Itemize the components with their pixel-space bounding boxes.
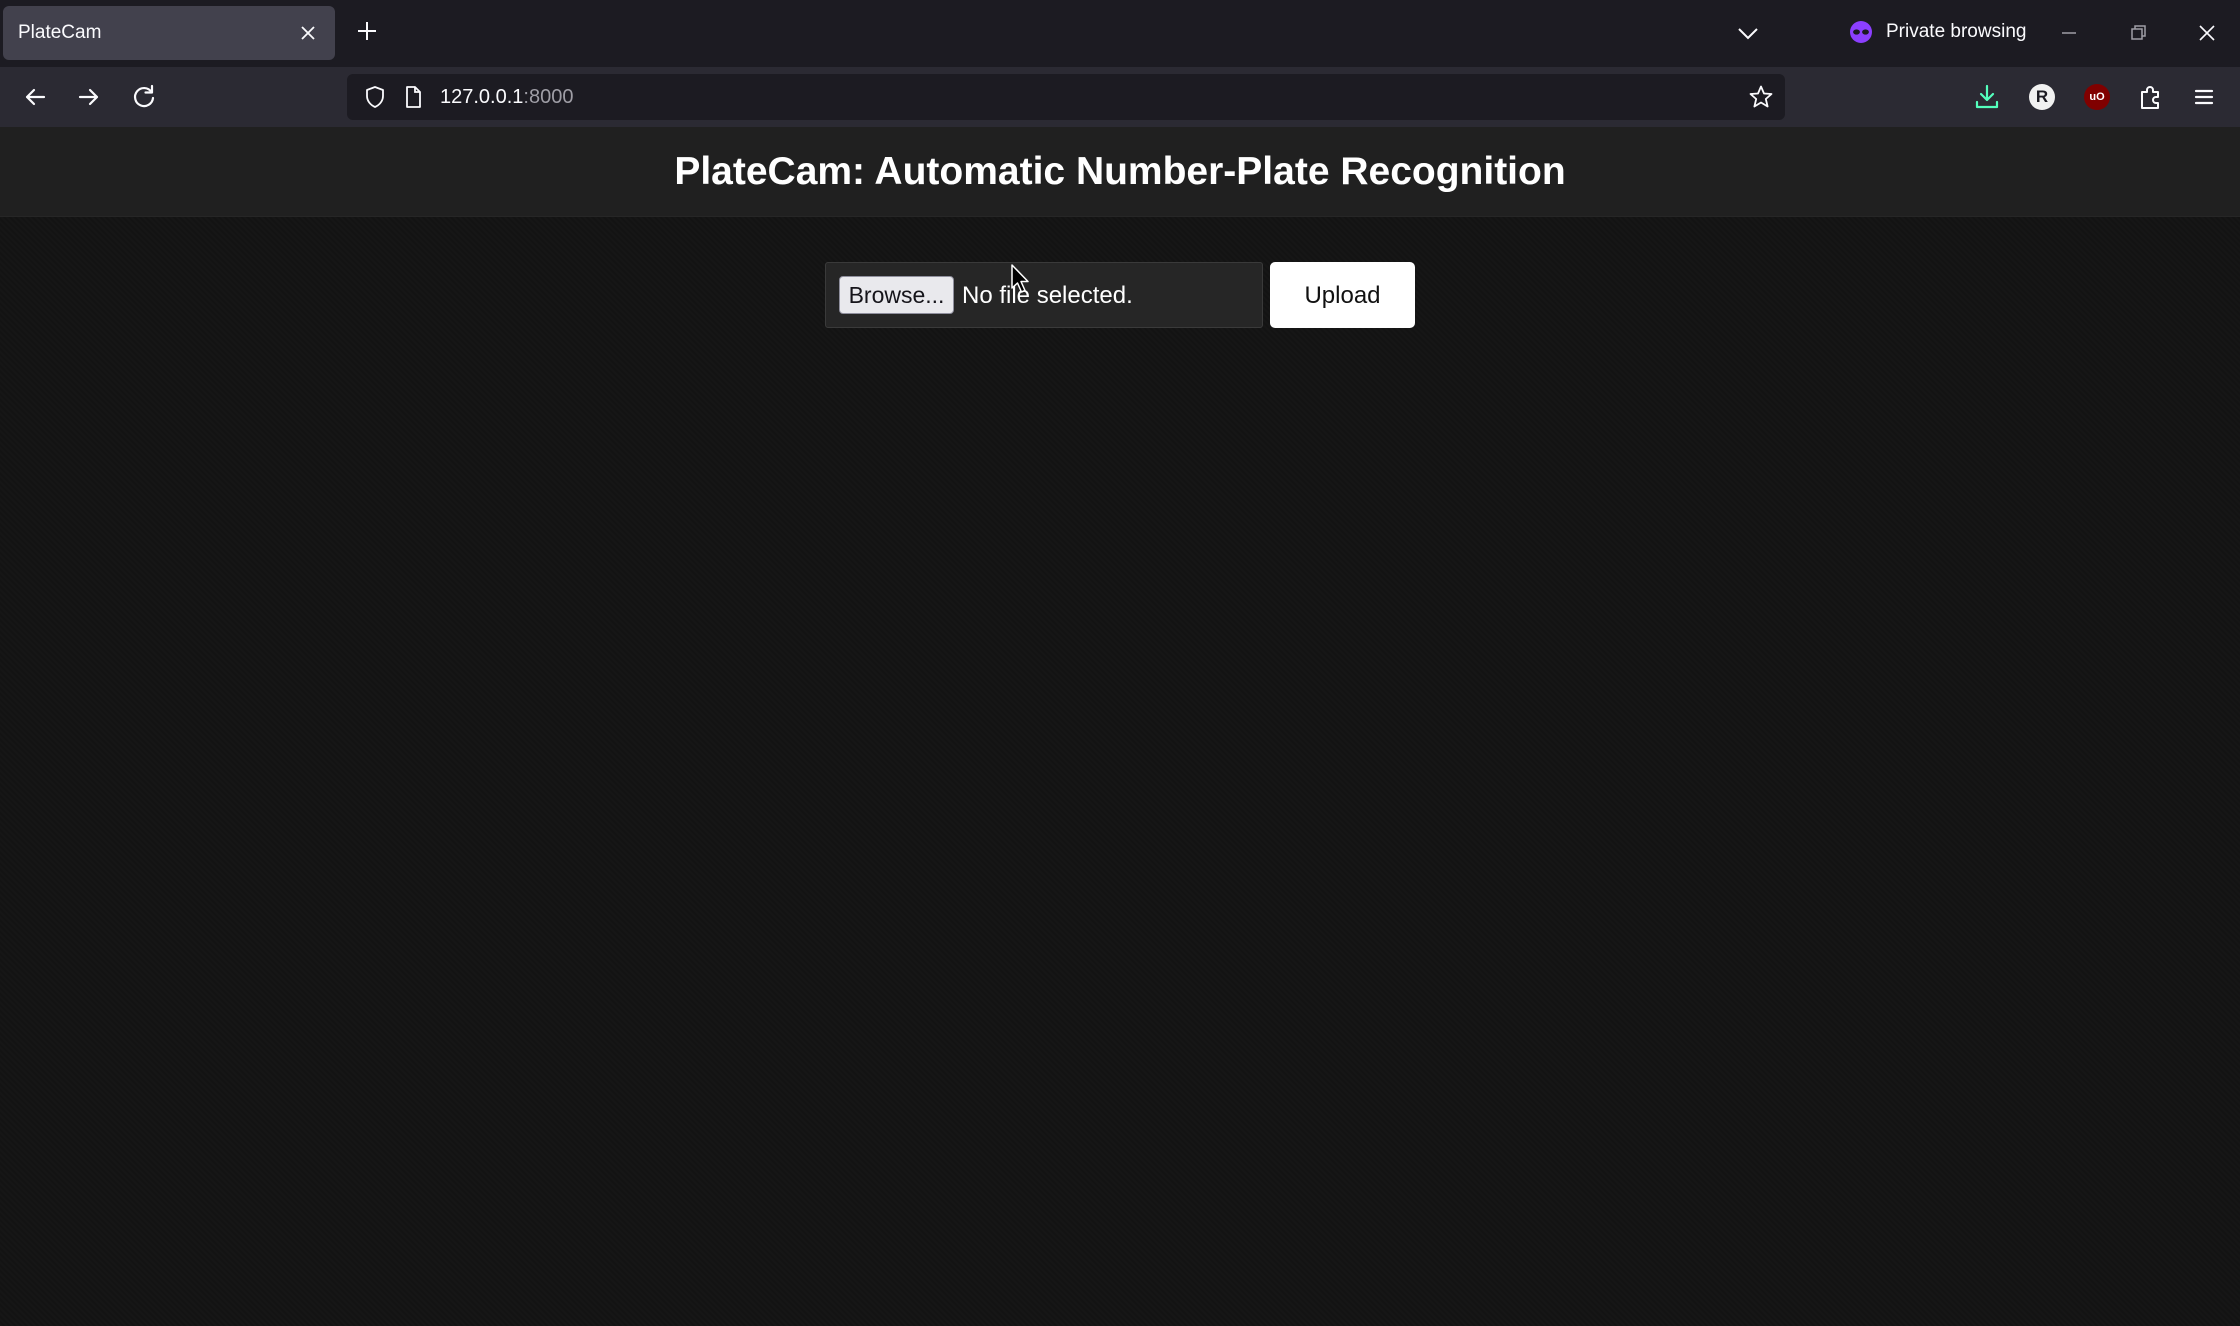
url-host: 127.0.0.1 (440, 86, 524, 108)
browse-button[interactable]: Browse... (839, 276, 954, 314)
url-text[interactable]: 127.0.0.1:8000 (440, 74, 573, 120)
ublock-icon: uO (2084, 84, 2110, 110)
mouse-cursor-icon (1011, 264, 1029, 293)
page-content: PlateCam: Automatic Number-Plate Recogni… (0, 127, 2240, 1326)
file-status-text: No file selected. (962, 282, 1133, 309)
extension-r-button[interactable]: R (2025, 80, 2059, 114)
ublock-origin-button[interactable]: uO (2080, 80, 2114, 114)
tab-title: PlateCam (18, 22, 102, 43)
private-browsing-label: Private browsing (1886, 21, 2027, 42)
chevron-down-icon[interactable] (1735, 20, 1761, 46)
reload-icon[interactable] (127, 80, 161, 114)
window-close-icon[interactable] (2192, 18, 2222, 48)
star-icon[interactable] (1747, 83, 1775, 111)
private-browsing-indicator: Private browsing (1846, 17, 2026, 47)
page-header: PlateCam: Automatic Number-Plate Recogni… (0, 127, 2240, 217)
private-mask-icon (1850, 21, 1872, 43)
plus-icon[interactable] (352, 16, 382, 46)
minimize-icon[interactable] (2054, 18, 2084, 48)
arrow-right-icon[interactable] (72, 80, 106, 114)
arrow-left-icon[interactable] (18, 80, 52, 114)
nav-toolbar: 127.0.0.1:8000 R uO (0, 67, 2240, 127)
puzzle-icon[interactable] (2134, 80, 2168, 114)
download-icon[interactable] (1970, 80, 2004, 114)
url-port: :8000 (523, 86, 574, 108)
restore-icon[interactable] (2123, 18, 2153, 48)
upload-button[interactable]: Upload (1270, 262, 1415, 328)
extension-r-icon: R (2029, 84, 2055, 110)
shield-icon[interactable] (361, 83, 389, 111)
page-title: PlateCam: Automatic Number-Plate Recogni… (674, 150, 1566, 193)
address-bar[interactable]: 127.0.0.1:8000 (347, 74, 1785, 120)
tab-strip: PlateCam Private browsing (0, 0, 2240, 67)
page-icon[interactable] (399, 83, 427, 111)
close-icon[interactable] (297, 22, 319, 44)
tab-platecam[interactable]: PlateCam (3, 6, 335, 60)
file-input[interactable]: Browse... No file selected. (825, 262, 1263, 328)
hamburger-menu-icon[interactable] (2187, 80, 2221, 114)
